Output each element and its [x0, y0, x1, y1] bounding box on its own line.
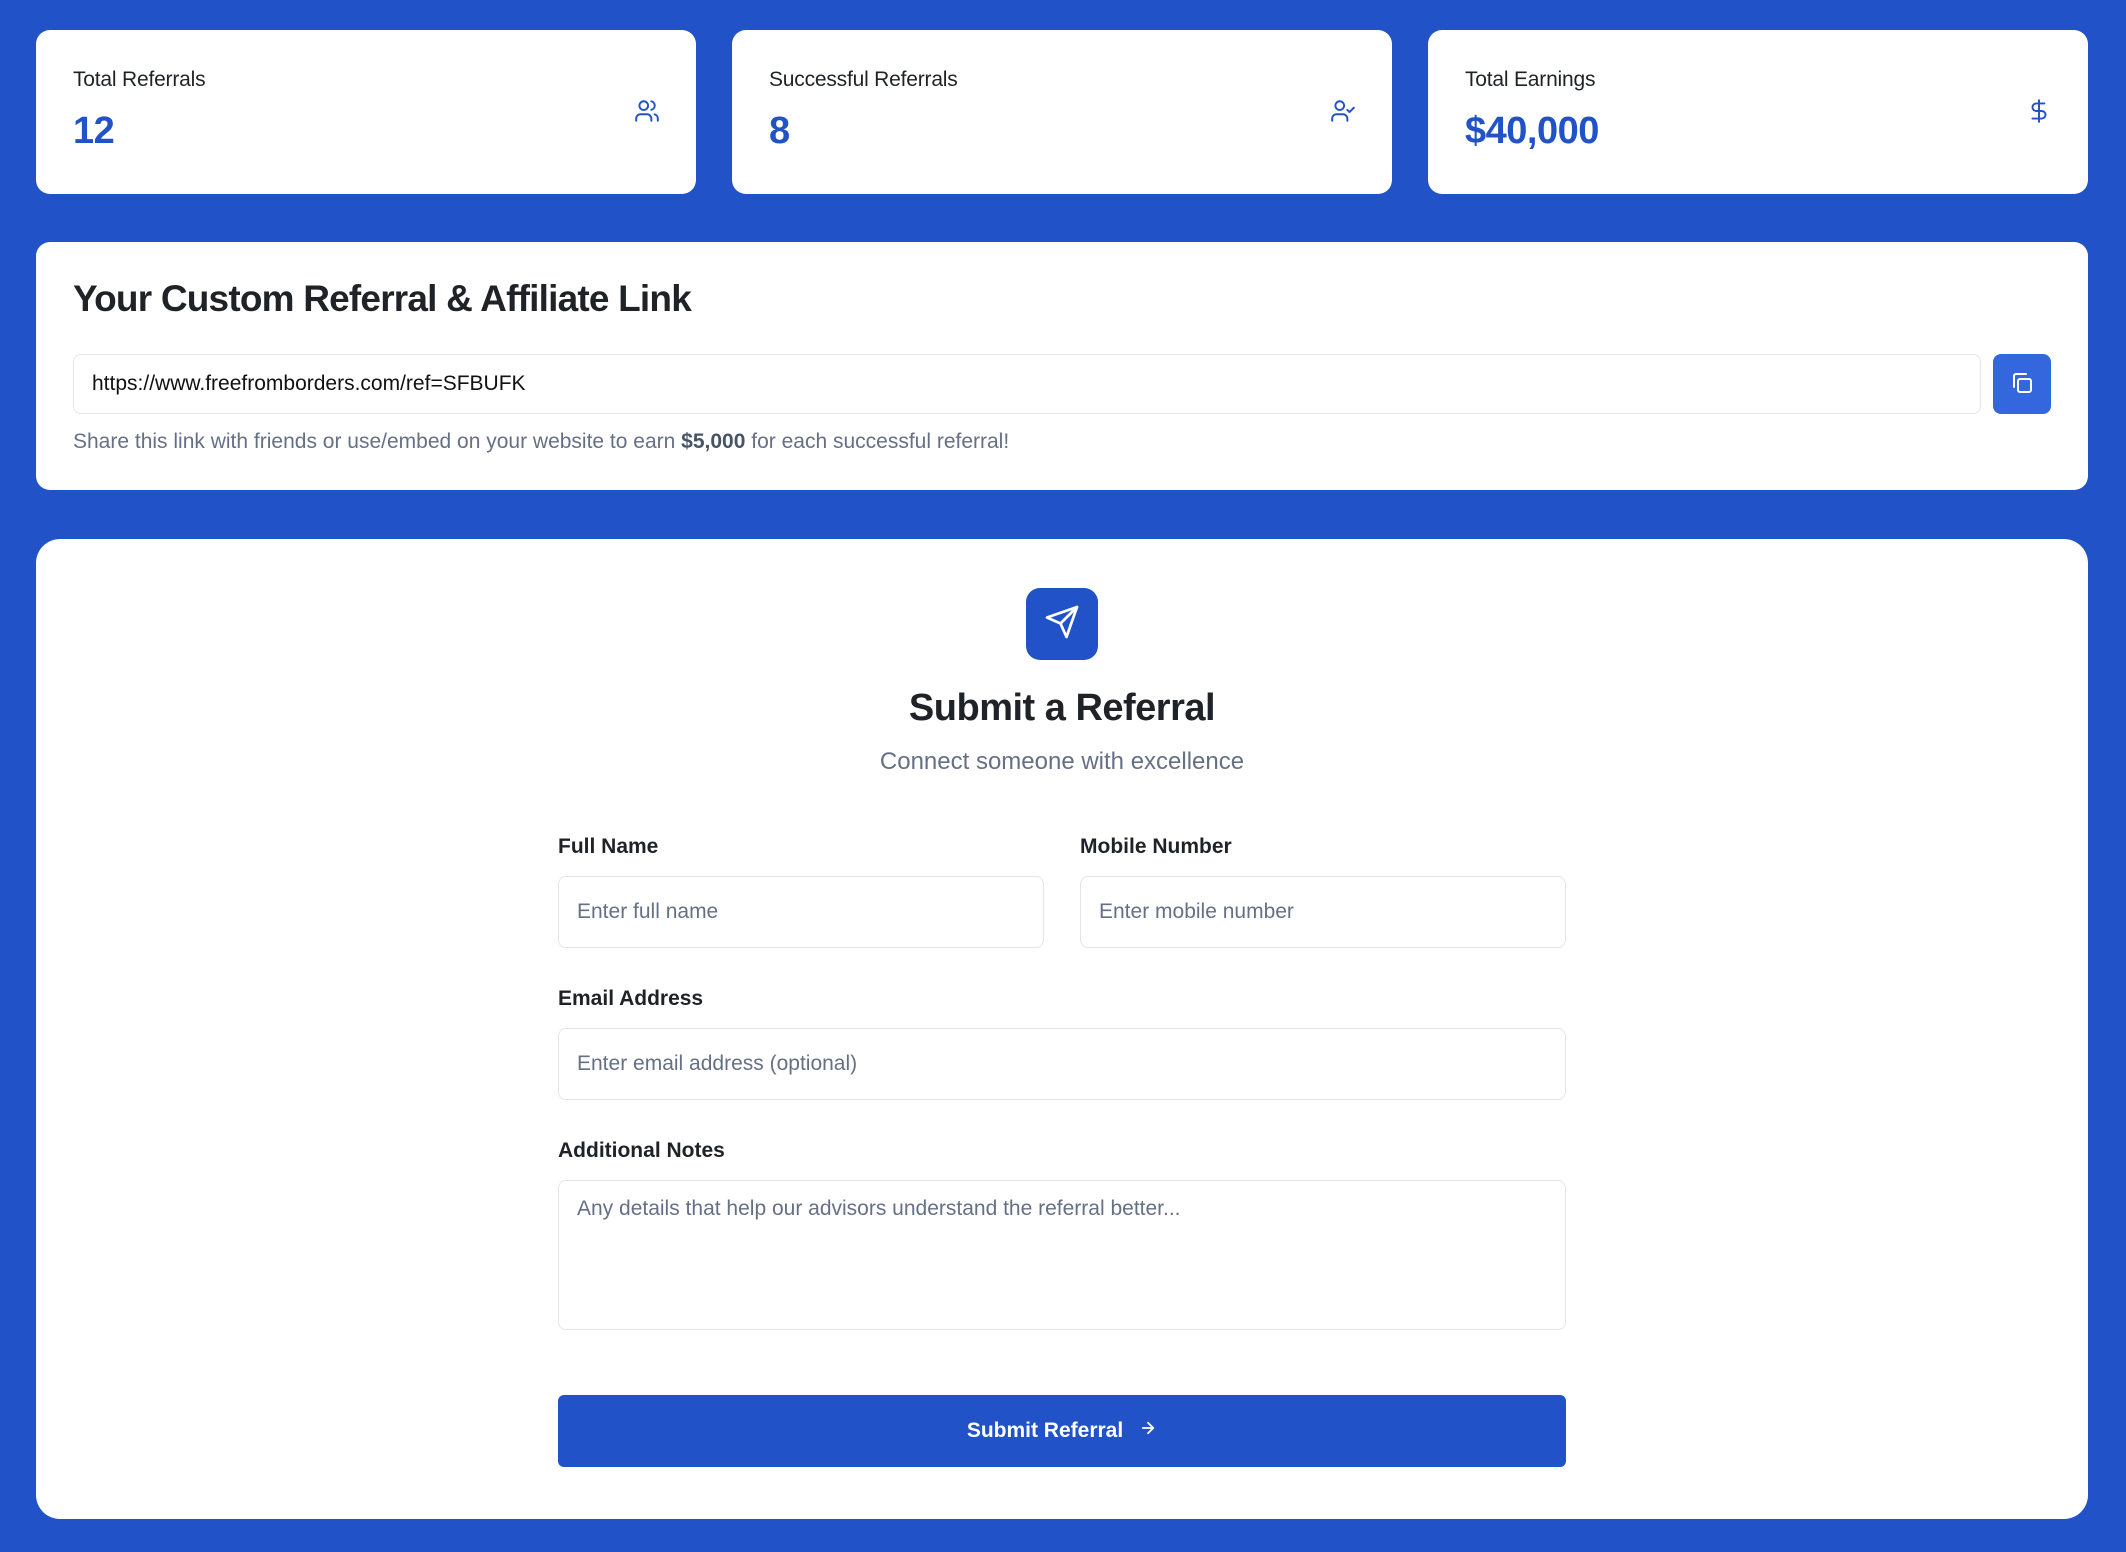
stat-card-successful-referrals: Successful Referrals 8	[732, 30, 1392, 194]
stat-value: 8	[769, 110, 790, 152]
copy-link-button[interactable]	[1993, 354, 2051, 414]
send-icon	[1044, 604, 1080, 645]
stat-card-total-referrals: Total Referrals 12	[36, 30, 696, 194]
dollar-icon	[2026, 98, 2052, 124]
stat-value: $40,000	[1465, 110, 1599, 152]
link-help-text: Share this link with friends or use/embe…	[73, 430, 2051, 454]
stat-card-total-earnings: Total Earnings $40,000	[1428, 30, 2088, 194]
stat-value: 12	[73, 110, 115, 152]
email-field: Email Address	[558, 987, 1566, 1100]
referral-link-card: Your Custom Referral & Affiliate Link Sh…	[36, 242, 2088, 490]
mobile-field: Mobile Number	[1080, 835, 1566, 948]
stat-label: Total Referrals	[73, 68, 206, 91]
email-label: Email Address	[558, 987, 704, 1010]
mobile-input[interactable]	[1080, 876, 1566, 948]
notes-textarea[interactable]	[558, 1180, 1566, 1330]
arrow-right-icon	[1139, 1419, 1157, 1443]
help-amount: $5,000	[681, 430, 746, 453]
referral-link-row	[73, 354, 2051, 414]
email-input[interactable]	[558, 1028, 1566, 1100]
users-icon	[634, 98, 660, 124]
full-name-field: Full Name	[558, 835, 1044, 948]
send-badge	[1026, 588, 1098, 660]
submit-referral-button[interactable]: Submit Referral	[558, 1395, 1566, 1467]
user-check-icon	[1330, 98, 1356, 124]
mobile-label: Mobile Number	[1080, 835, 1232, 858]
notes-label: Additional Notes	[558, 1139, 725, 1162]
link-section-title: Your Custom Referral & Affiliate Link	[73, 278, 692, 319]
form-title: Submit a Referral	[908, 687, 1216, 729]
copy-icon	[2010, 371, 2034, 398]
referral-form: Full Name Mobile Number Email Address Ad…	[558, 835, 1566, 1467]
submit-label: Submit Referral	[966, 1419, 1124, 1442]
referral-link-input[interactable]	[73, 354, 1981, 414]
full-name-input[interactable]	[558, 876, 1044, 948]
stat-label: Successful Referrals	[769, 68, 958, 91]
full-name-label: Full Name	[558, 835, 659, 858]
stats-row: Total Referrals 12 Successful Referrals …	[36, 30, 2088, 194]
help-prefix: Share this link with friends or use/embe…	[73, 430, 676, 453]
submit-referral-card: Submit a Referral Connect someone with e…	[36, 539, 2088, 1519]
help-suffix: for each successful referral!	[751, 430, 1010, 453]
form-subtitle: Connect someone with excellence	[879, 748, 1245, 775]
stat-label: Total Earnings	[1465, 68, 1596, 91]
notes-field: Additional Notes	[558, 1139, 1566, 1335]
name-mobile-row: Full Name Mobile Number	[558, 835, 1566, 948]
